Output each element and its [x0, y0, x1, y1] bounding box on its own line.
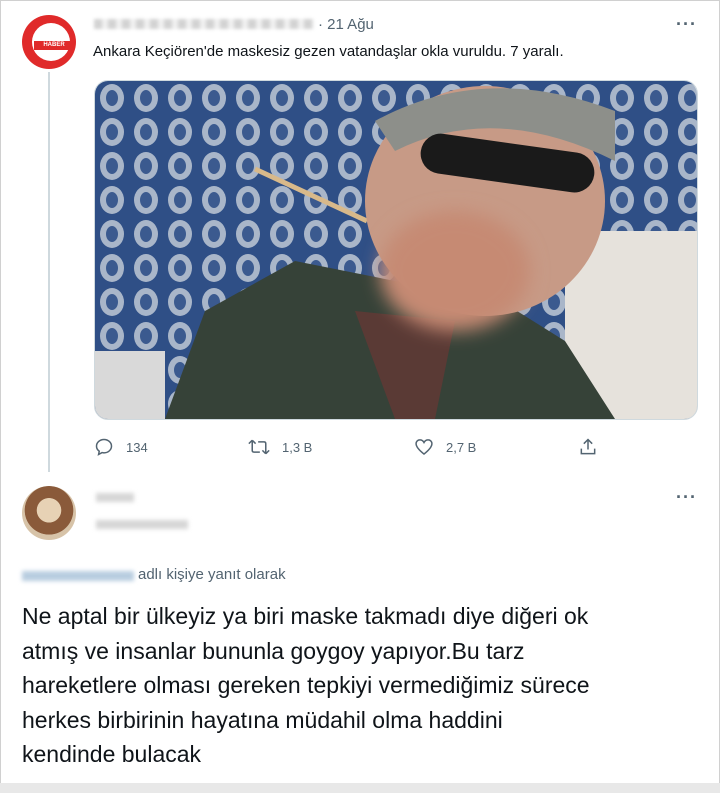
retweet-icon [248, 439, 270, 455]
avatar-logo-badge: HABER [34, 41, 74, 50]
tweet-body-line: herkes birbirinin hayatına müdahil olma … [22, 706, 503, 733]
tweet-body-line: atmış ve insanlar bununla goygoy yapıyor… [22, 637, 525, 664]
more-icon[interactable]: ··· [676, 487, 697, 508]
photo-image [95, 81, 697, 419]
tweet-body-line: Ne aptal bir ülkeyiz ya biri maske takma… [22, 603, 589, 629]
thread-line [48, 72, 50, 472]
tweet-body-line: hareketlere olması gereken tepkiyi verme… [22, 672, 590, 698]
tweet-date[interactable]: · 21 Ağu [318, 16, 374, 33]
reply-count: 134 [126, 439, 148, 455]
like-icon [415, 439, 433, 456]
share-action[interactable] [578, 436, 598, 458]
bottom-edge [0, 783, 720, 793]
tweet-body-line: kendinde bulacak [22, 741, 202, 767]
tweet-photo[interactable] [94, 80, 698, 420]
more-icon[interactable]: ··· [676, 14, 697, 35]
share-icon [580, 438, 596, 455]
tweet-body: Ne aptal bir ülkeyiz ya biri maske takma… [22, 599, 702, 772]
reply-icon [95, 438, 113, 456]
retweet-count: 1,3 B [282, 439, 313, 455]
retweet-action[interactable]: 1,3 B [248, 436, 312, 458]
author-name-redacted [96, 493, 134, 502]
like-count: 2,7 B [446, 439, 477, 455]
reply-context: adlı kişiye yanıt olarak [138, 566, 286, 583]
author-handle-redacted [96, 520, 188, 529]
avatar[interactable]: HABER [22, 15, 76, 69]
author-name-redacted [94, 19, 314, 29]
reply-action[interactable]: 134 [94, 436, 148, 458]
avatar[interactable] [22, 486, 76, 540]
like-action[interactable]: 2,7 B [414, 436, 476, 458]
reply-target-redacted[interactable] [22, 571, 134, 581]
tweet-text: Ankara Keçiören'de maskesiz gezen vatand… [93, 43, 564, 60]
